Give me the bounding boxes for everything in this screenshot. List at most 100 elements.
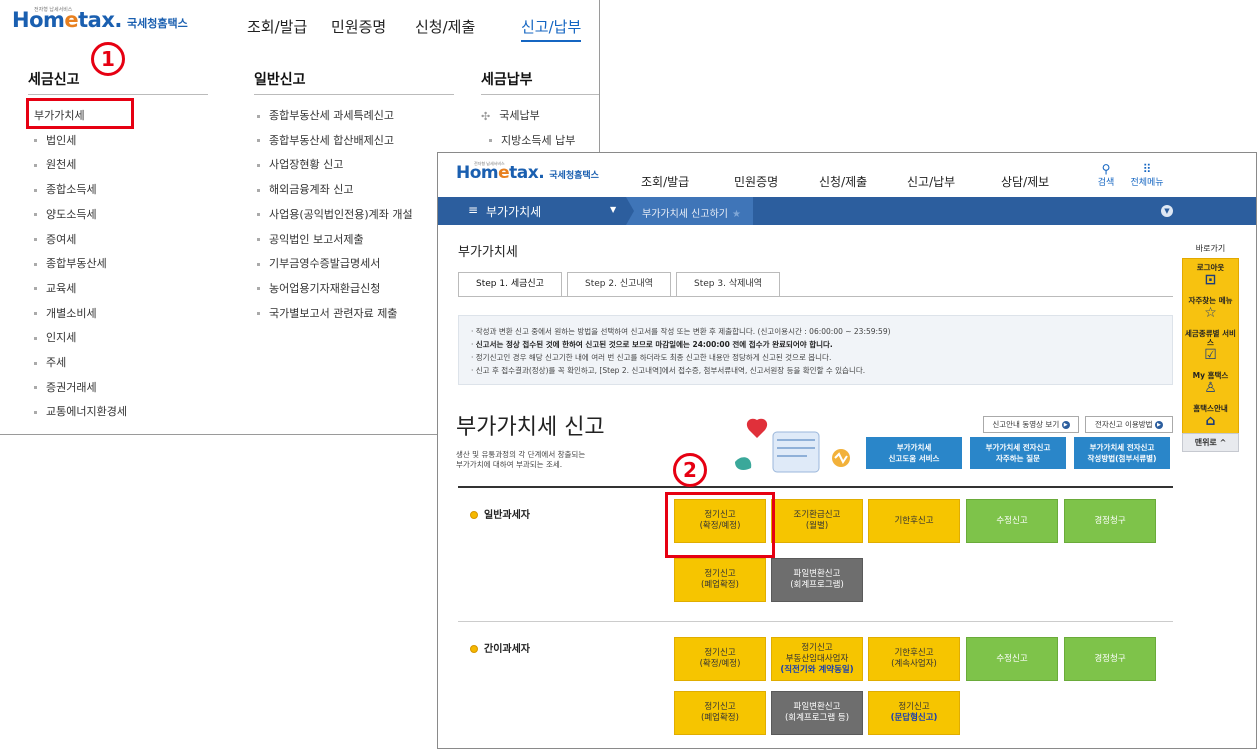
early-refund-report-button[interactable]: 조기환급신고 (월별) bbox=[771, 499, 863, 543]
simple-correction-claim-button[interactable]: 경정청구 bbox=[1064, 637, 1156, 681]
col2-item[interactable]: 종합부동산세 합산배제신고 bbox=[257, 132, 394, 148]
col2-item[interactable]: 사업용(공익법인전용)계좌 개설 bbox=[257, 206, 413, 222]
logo-subtitle: 국세청홈택스 bbox=[126, 17, 188, 30]
col2-item[interactable]: 국가별보고서 관련자료 제출 bbox=[257, 305, 397, 321]
notice-line: · 작성과 변환 신고 중에서 원하는 방법을 선택하여 신고서를 작성 또는 … bbox=[471, 327, 891, 336]
menu-report-payment[interactable]: 신고/납부 bbox=[907, 173, 955, 190]
divider bbox=[28, 94, 208, 95]
page-title: 부가가치세 bbox=[458, 245, 518, 260]
arrow-right-icon: ▶ bbox=[1154, 421, 1163, 429]
col-title-general-report: 일반신고 bbox=[254, 72, 306, 88]
col1-item[interactable]: 인지세 bbox=[34, 329, 76, 345]
logo-tagline: 전자형 납세서비스 bbox=[34, 7, 73, 13]
col2-item[interactable]: 사업장현황 신고 bbox=[257, 156, 343, 172]
all-menu-button[interactable]: ⠿ 전체메뉴 bbox=[1125, 163, 1169, 188]
search-button[interactable]: ⚲ 검색 bbox=[1084, 163, 1128, 188]
bullet-icon bbox=[257, 188, 260, 192]
simple-closure-report-button[interactable]: 정기신고 (폐업확정) bbox=[674, 691, 766, 735]
col-title-tax-report: 세금신고 bbox=[28, 72, 80, 88]
divider bbox=[254, 94, 454, 95]
col3-item[interactable]: 지방소득세 납부 bbox=[489, 132, 575, 148]
amended-report-button[interactable]: 수정신고 bbox=[966, 499, 1058, 543]
sidebar-item-favorites[interactable]: 자주찾는 메뉴 ☆ bbox=[1183, 292, 1238, 325]
bullet-icon bbox=[34, 188, 37, 192]
simple-amended-report-button[interactable]: 수정신고 bbox=[966, 637, 1058, 681]
divider bbox=[458, 621, 1173, 622]
file-convert-report-button[interactable]: 파일변환신고 (회계프로그램) bbox=[771, 558, 863, 602]
col2-item[interactable]: 농어업용기자재환급신청 bbox=[257, 280, 380, 296]
col1-item[interactable]: 교육세 bbox=[34, 280, 76, 296]
sidebar-box: 로그아웃 ⊡ 자주찾는 메뉴 ☆ 세금종류별 서비스 ☑ My 홈택스 ♙ 홈택스안내 ⌂ bbox=[1182, 258, 1239, 434]
col2-item[interactable]: 종합부동산세 과세특례신고 bbox=[257, 107, 394, 123]
sidebar-item-logout[interactable]: 로그아웃 ⊡ bbox=[1183, 259, 1238, 292]
menu-certificate[interactable]: 민원증명 bbox=[734, 173, 778, 190]
section-title: 부가가치세 신고 bbox=[456, 415, 605, 440]
bullet-icon bbox=[34, 312, 37, 316]
favorite-star-icon[interactable]: ★ bbox=[732, 209, 741, 220]
bullet-icon bbox=[34, 410, 37, 414]
hamburger-icon[interactable]: ≡ bbox=[468, 203, 478, 217]
col1-item[interactable]: 증여세 bbox=[34, 231, 76, 247]
col1-item[interactable]: 종합부동산세 bbox=[34, 255, 107, 271]
bullet-icon bbox=[257, 238, 260, 241]
menu-application[interactable]: 신청/제출 bbox=[819, 173, 867, 190]
menu-application[interactable]: 신청/제출 bbox=[415, 16, 475, 37]
vat-faq-button[interactable]: 부가가치세 전자신고 자주하는 질문 bbox=[970, 437, 1066, 469]
menu-report-payment[interactable]: 신고/납부 bbox=[521, 16, 582, 42]
sidebar-item-guide[interactable]: 홈택스안내 ⌂ bbox=[1183, 400, 1238, 433]
col2-item[interactable]: 해외금융계좌 신고 bbox=[257, 181, 353, 197]
hometax-logo[interactable]: 전자형 납세서비스 Hometax. 국세청홈택스 bbox=[456, 161, 599, 183]
scroll-top-button[interactable]: 맨위로 ^ bbox=[1182, 433, 1239, 452]
simple-regular-report-button[interactable]: 정기신고 (확정/예정) bbox=[674, 637, 766, 681]
chevron-down-icon[interactable]: ▼ bbox=[1161, 205, 1173, 217]
col1-item[interactable]: 법인세 bbox=[34, 132, 76, 148]
nav-title[interactable]: 부가가치세 bbox=[486, 203, 541, 220]
bullet-icon bbox=[257, 213, 260, 217]
notice-line: · 정기신고인 경우 해당 신고기한 내에 여러 번 신고를 하더라도 최종 신… bbox=[471, 353, 832, 362]
general-taxpayer-label: 일반과세자 bbox=[470, 506, 530, 521]
closure-report-button[interactable]: 정기신고 (폐업확정) bbox=[674, 558, 766, 602]
simple-file-convert-button[interactable]: 파일변환신고 (회계프로그램 등) bbox=[771, 691, 863, 735]
breadcrumb[interactable]: 부가가치세 신고하기 ★ bbox=[626, 197, 753, 225]
col3-item[interactable]: ✣ 국세납부 bbox=[481, 107, 540, 123]
col1-item[interactable]: 원천세 bbox=[34, 156, 76, 172]
menu-lookup[interactable]: 조회/발급 bbox=[247, 16, 307, 37]
section-desc: 부가가치에 대하여 부과되는 조세. bbox=[456, 460, 563, 469]
sidebar-item-my-hometax[interactable]: My 홈택스 ♙ bbox=[1183, 367, 1238, 400]
callout-number-2: 2 bbox=[673, 453, 707, 487]
simple-rental-report-button[interactable]: 정기신고 부동산임대사업자 (직전기와 계약동일) bbox=[771, 637, 863, 681]
quick-sidebar: 바로가기 로그아웃 ⊡ 자주찾는 메뉴 ☆ 세금종류별 서비스 ☑ My 홈택스 ♙ 홈… bbox=[1182, 243, 1239, 452]
col2-item[interactable]: 공익법인 보고서제출 bbox=[257, 231, 364, 247]
caret-down-icon[interactable]: ▼ bbox=[610, 205, 616, 214]
col1-item[interactable]: 주세 bbox=[34, 354, 66, 370]
col2-item[interactable]: 기부금영수증발급명세서 bbox=[257, 255, 380, 271]
sidebar-item-tax-services[interactable]: 세금종류별 서비스 ☑ bbox=[1183, 325, 1238, 367]
vat-report-page: 전자형 납세서비스 Hometax. 국세청홈택스 조회/발급 민원증명 신청/… bbox=[437, 152, 1257, 749]
guide-video-button[interactable]: 신고안내 동영상 보기 ▶ bbox=[983, 416, 1079, 433]
e-filing-howto-button[interactable]: 전자신고 이용방법 ▶ bbox=[1085, 416, 1173, 433]
bullet-icon bbox=[34, 163, 37, 167]
vat-help-service-button[interactable]: 부가가치세 신고도움 서비스 bbox=[866, 437, 962, 469]
col1-item[interactable]: 개별소비세 bbox=[34, 305, 97, 321]
tab-step2[interactable]: Step 2. 신고내역 bbox=[567, 272, 671, 297]
user-icon: ♙ bbox=[1204, 380, 1217, 396]
tab-step1[interactable]: Step 1. 세금신고 bbox=[458, 272, 562, 297]
bullet-icon bbox=[34, 238, 37, 241]
simple-late-report-button[interactable]: 기한후신고 (계속사업자) bbox=[868, 637, 960, 681]
late-report-button[interactable]: 기한후신고 bbox=[868, 499, 960, 543]
vat-writing-guide-button[interactable]: 부가가치세 전자신고 작성방법(첨부서류별) bbox=[1074, 437, 1170, 469]
col1-item[interactable]: 증권거래세 bbox=[34, 379, 97, 395]
simple-qa-report-button[interactable]: 정기신고 (문답형신고) bbox=[868, 691, 960, 735]
col1-item[interactable]: 교통에너지환경세 bbox=[34, 403, 127, 419]
correction-claim-button[interactable]: 경정청구 bbox=[1064, 499, 1156, 543]
tab-step3[interactable]: Step 3. 삭제내역 bbox=[676, 272, 780, 297]
menu-certificate[interactable]: 민원증명 bbox=[331, 16, 386, 37]
hometax-logo[interactable]: 전자형 납세서비스 Hometax. 국세청홈택스 bbox=[12, 7, 188, 32]
bullet-icon bbox=[34, 361, 37, 365]
menu-lookup[interactable]: 조회/발급 bbox=[641, 173, 689, 190]
menu-consult[interactable]: 상담/제보 bbox=[1001, 173, 1049, 190]
col1-item[interactable]: 종합소득세 bbox=[34, 181, 97, 197]
star-icon: ☆ bbox=[1204, 305, 1217, 321]
bullet-icon bbox=[34, 213, 37, 217]
col1-item[interactable]: 양도소득세 bbox=[34, 206, 97, 222]
